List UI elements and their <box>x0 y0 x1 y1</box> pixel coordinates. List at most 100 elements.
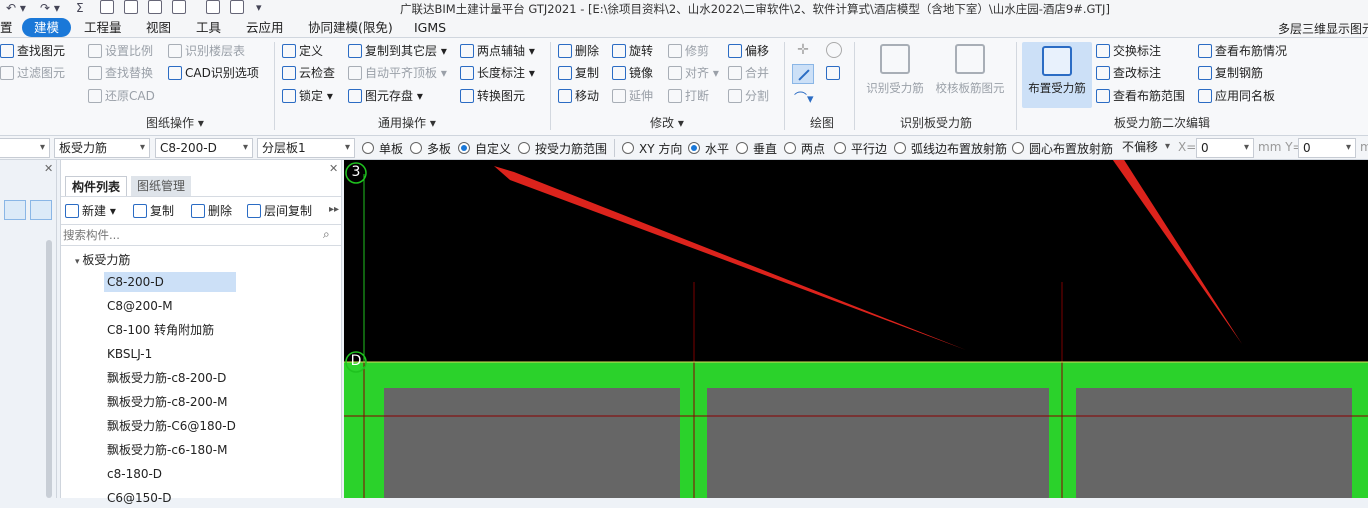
quick-tool-icon[interactable] <box>206 0 220 14</box>
menu-collab[interactable]: 协同建模(限免) <box>302 18 399 37</box>
two-point-axis-button[interactable]: 两点辅轴 ▾ <box>460 40 535 62</box>
detail-view-icon[interactable] <box>30 200 52 220</box>
delete-component-button[interactable]: 删除 <box>191 200 232 222</box>
menu-igms[interactable]: IGMS <box>408 18 452 37</box>
lock-button[interactable]: 锁定 ▾ <box>282 85 333 107</box>
recognize-floor-table-button[interactable]: 识别楼层表 <box>168 40 245 62</box>
radio-by-range[interactable]: 按受力筋范围 <box>518 140 607 156</box>
move-button[interactable]: 移动 <box>558 85 599 107</box>
delete-button[interactable]: 删除 <box>558 40 599 62</box>
list-view-icon[interactable] <box>4 200 26 220</box>
x-input[interactable]: 0 <box>1196 138 1254 158</box>
extend-button[interactable]: 延伸 <box>612 85 653 107</box>
recognize-rebar-button[interactable]: 识别受力筋 <box>862 44 928 96</box>
layer-select[interactable]: 分层板1 <box>257 138 355 158</box>
menu-shezhi[interactable]: 置 <box>0 18 19 37</box>
list-item[interactable]: KBSLJ-1 <box>104 344 155 364</box>
copy-button[interactable]: 复制 <box>558 62 599 84</box>
point-icon[interactable]: ✛ <box>794 42 812 60</box>
merge-button[interactable]: 合并 <box>728 62 769 84</box>
define-button[interactable]: 定义 <box>282 40 323 62</box>
radio-single-slab[interactable]: 单板 <box>362 140 403 156</box>
save-element-button[interactable]: 图元存盘 ▾ <box>348 85 423 107</box>
search-box[interactable]: ⌕ <box>61 224 341 246</box>
menu-modeling[interactable]: 建模 <box>22 18 72 37</box>
align-button[interactable]: 对齐 ▾ <box>668 62 719 84</box>
tree-root[interactable]: ▾ 板受力筋 <box>75 250 130 270</box>
more-icon[interactable]: ▸▸ <box>329 204 339 215</box>
group-drawing-ops[interactable]: 图纸操作 ▾ <box>146 114 204 131</box>
redo-icon[interactable]: ↷ ▾ <box>40 1 60 15</box>
copy-rebar-button[interactable]: 复制钢筋 <box>1198 62 1263 84</box>
radio-custom[interactable]: 自定义 <box>458 140 511 156</box>
circle-point-icon[interactable] <box>826 42 842 58</box>
cad-options-button[interactable]: CAD识别选项 <box>168 62 259 84</box>
drawing-canvas[interactable]: 3 D <box>344 160 1368 498</box>
apply-same-slab-button[interactable]: 应用同名板 <box>1198 85 1275 107</box>
tab-drawing-management[interactable]: 图纸管理 <box>131 176 192 196</box>
quick-tool-icon[interactable] <box>230 0 244 14</box>
list-item[interactable]: C8-100 转角附加筋 <box>104 320 217 340</box>
restore-cad-button[interactable]: 还原CAD <box>88 85 155 107</box>
type-select[interactable]: 板受力筋 <box>54 138 150 158</box>
tab-component-list[interactable]: 构件列表 <box>65 176 128 196</box>
quick-tool-icon[interactable] <box>100 0 114 14</box>
find-element-button[interactable]: 查找图元 <box>0 40 65 62</box>
list-item[interactable]: 飘板受力筋-c6-180-M <box>104 440 230 460</box>
radio-center-radial[interactable]: 圆心布置放射筋 <box>1012 140 1113 156</box>
cloud-check-button[interactable]: 云检查 <box>282 62 335 84</box>
menu-quantity[interactable]: 工程量 <box>78 18 128 37</box>
y-input[interactable]: 0 <box>1298 138 1356 158</box>
close-icon[interactable]: ✕ <box>329 162 338 175</box>
component-select[interactable]: C8-200-D <box>155 138 253 158</box>
new-button[interactable]: 新建 ▾ <box>65 200 116 222</box>
list-item[interactable]: C8-200-D <box>104 272 236 292</box>
list-item[interactable]: 飘板受力筋-C6@180-D <box>104 416 239 436</box>
copy-component-button[interactable]: 复制 <box>133 200 174 222</box>
quick-tool-icon[interactable] <box>172 0 186 14</box>
find-replace-button[interactable]: 查找替换 <box>88 62 153 84</box>
scrollbar[interactable] <box>46 240 52 498</box>
quick-tool-icon[interactable] <box>124 0 138 14</box>
radio-two-points[interactable]: 两点 <box>784 140 825 156</box>
list-item[interactable]: 飘板受力筋-c8-200-M <box>104 392 230 412</box>
menu-view[interactable]: 视图 <box>140 18 177 37</box>
swap-label-button[interactable]: 交换标注 <box>1096 40 1161 62</box>
list-item[interactable]: c8-180-D <box>104 464 165 484</box>
search-input[interactable] <box>63 227 313 243</box>
customize-icon[interactable]: ▾ <box>256 1 262 14</box>
undo-icon[interactable]: ↶ ▾ <box>6 1 26 15</box>
radio-parallel-edge[interactable]: 平行边 <box>834 140 887 156</box>
menu-tools[interactable]: 工具 <box>190 18 227 37</box>
floor-select[interactable] <box>0 138 50 158</box>
radio-vertical[interactable]: 垂直 <box>736 140 777 156</box>
convert-element-button[interactable]: 转换图元 <box>460 85 525 107</box>
quick-tool-icon[interactable] <box>148 0 162 14</box>
sum-icon[interactable]: Σ <box>76 1 84 15</box>
split-button[interactable]: 分割 <box>728 85 769 107</box>
copy-to-layer-button[interactable]: 复制到其它层 ▾ <box>348 40 447 62</box>
place-rebar-button[interactable]: 布置受力筋 <box>1022 42 1092 108</box>
rotate-button[interactable]: 旋转 <box>612 40 653 62</box>
copy-between-layers-button[interactable]: 层间复制 <box>247 200 312 222</box>
view-rebar-range-button[interactable]: 查看布筋范围 <box>1096 85 1185 107</box>
rectangle-tool-icon[interactable] <box>826 66 840 80</box>
auto-align-top-button[interactable]: 自动平齐顶板 ▾ <box>348 62 447 84</box>
close-icon[interactable]: ✕ <box>44 162 53 175</box>
radio-xy-direction[interactable]: XY 方向 <box>622 140 682 156</box>
mirror-button[interactable]: 镜像 <box>612 62 653 84</box>
group-general-ops[interactable]: 通用操作 ▾ <box>378 114 436 131</box>
radio-multi-slab[interactable]: 多板 <box>410 140 451 156</box>
list-item[interactable]: 飘板受力筋-c8-200-D <box>104 368 229 388</box>
line-tool-icon[interactable] <box>792 64 814 84</box>
group-modify[interactable]: 修改 ▾ <box>650 114 684 131</box>
check-slab-rebar-button[interactable]: 校核板筋图元 <box>932 44 1008 96</box>
offset-button[interactable]: 偏移 <box>728 40 769 62</box>
radio-horizontal[interactable]: 水平 <box>688 140 729 156</box>
radio-arc-radial[interactable]: 弧线边布置放射筋 <box>894 140 1007 156</box>
list-item[interactable]: C6@150-D <box>104 488 175 508</box>
filter-element-button[interactable]: 过滤图元 <box>0 62 65 84</box>
view-rebar-status-button[interactable]: 查看布筋情况 <box>1198 40 1287 62</box>
length-dimension-button[interactable]: 长度标注 ▾ <box>460 62 535 84</box>
list-item[interactable]: C8@200-M <box>104 296 176 316</box>
